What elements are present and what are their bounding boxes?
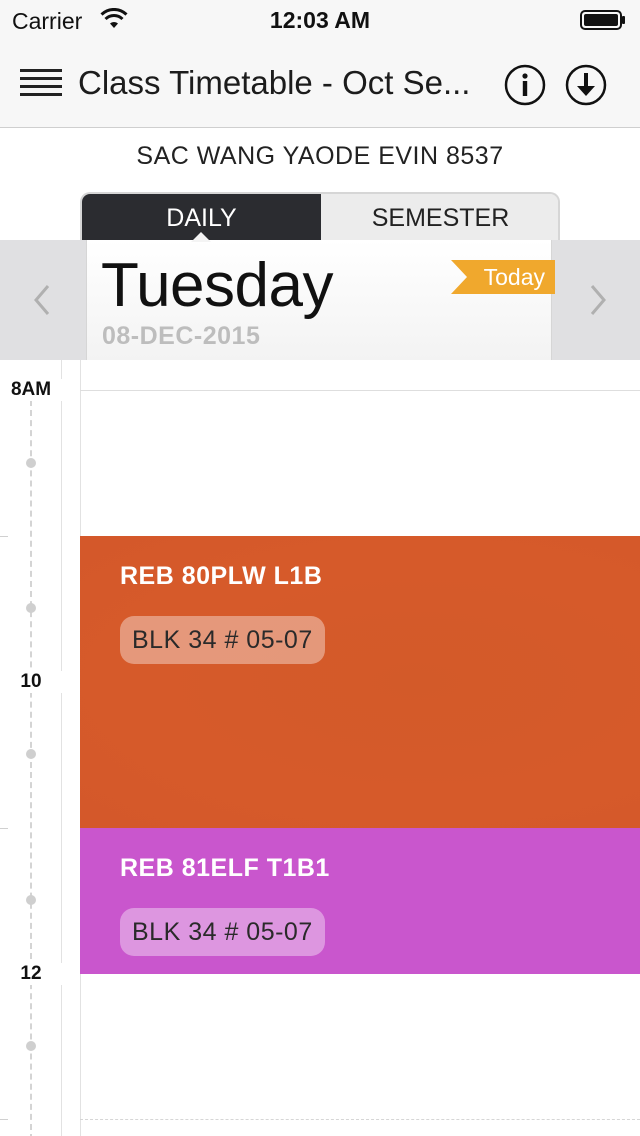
tab-semester[interactable]: SEMESTER	[321, 194, 558, 242]
day-card: Tuesday 08-DEC-2015 Today	[86, 240, 555, 360]
hour-tick	[0, 536, 8, 537]
half-hour-dot	[26, 1041, 36, 1051]
venue-badge: BLK 34 # 05-07	[120, 616, 325, 664]
half-hour-dot	[26, 603, 36, 613]
hour-label: 10	[0, 671, 62, 693]
today-button[interactable]: Today	[451, 260, 555, 294]
info-icon[interactable]	[504, 64, 546, 106]
class-code: REB 81ELF T1B1	[120, 854, 330, 882]
download-icon[interactable]	[565, 64, 607, 106]
class-block[interactable]: REB 80PLW L1B BLK 34 # 05-07	[80, 536, 640, 828]
hour-grid-line	[80, 390, 640, 391]
status-bar: Carrier 12:03 AM	[0, 0, 640, 40]
time-axis-line	[30, 400, 32, 1136]
previous-day-chevron-icon[interactable]	[28, 280, 56, 320]
page-title: Class Timetable - Oct Se...	[78, 64, 471, 101]
next-day-chevron-icon[interactable]	[584, 280, 612, 320]
hour-tick	[0, 828, 8, 829]
day-name: Tuesday	[101, 251, 334, 320]
hour-tick	[0, 1119, 8, 1120]
view-tabs: DAILY SEMESTER	[80, 192, 560, 242]
student-name: SAC WANG YAODE EVIN 8537	[136, 142, 504, 170]
half-hour-dot	[26, 749, 36, 759]
hour-label: 8AM	[0, 379, 62, 401]
half-hour-dot	[26, 895, 36, 905]
day-header: Tuesday 08-DEC-2015 Today	[0, 240, 640, 360]
time-column: 8AM 10 12	[0, 360, 62, 1136]
hour-label: 12	[0, 963, 62, 985]
day-date: 08-DEC-2015	[102, 322, 261, 350]
active-tab-caret	[191, 232, 211, 242]
nav-bar: Class Timetable - Oct Se...	[0, 40, 640, 128]
menu-icon[interactable]	[20, 68, 62, 100]
hour-grid-line	[80, 1119, 640, 1120]
class-code: REB 80PLW L1B	[120, 562, 323, 590]
battery-icon	[580, 10, 625, 30]
class-block[interactable]: REB 81ELF T1B1 BLK 34 # 05-07	[80, 828, 640, 974]
timeline[interactable]: 8AM 10 12 REB 80PLW L1B BLK 34 # 05-07 R…	[0, 360, 640, 1136]
venue-badge: BLK 34 # 05-07	[120, 908, 325, 956]
clock: 12:03 AM	[269, 7, 371, 33]
half-hour-dot	[26, 458, 36, 468]
